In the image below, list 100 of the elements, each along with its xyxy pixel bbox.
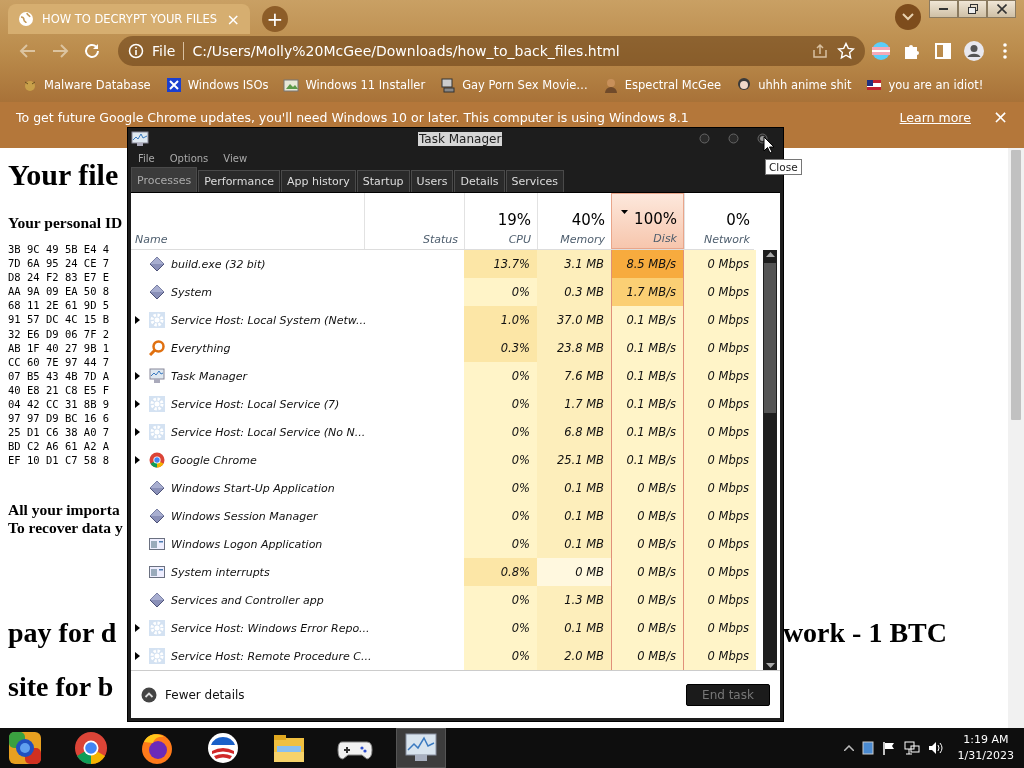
- menu-item[interactable]: File: [138, 152, 155, 164]
- hex-line: 3B 9C 49 5B E4 4: [8, 242, 110, 257]
- table-cell: 0 MB/s: [611, 586, 684, 614]
- expand-icon[interactable]: [135, 316, 140, 324]
- table-cell: 0%: [464, 390, 537, 418]
- table-cell: 3.1 MB: [537, 250, 611, 278]
- bookmark[interactable]: Espectral McGee: [602, 77, 722, 93]
- bookmark[interactable]: Malware Database: [22, 77, 151, 93]
- table-cell: 0 Mbps: [684, 446, 756, 474]
- table-cell: 0%: [464, 362, 537, 390]
- process-name[interactable]: Windows Logon Application: [131, 530, 464, 558]
- process-name[interactable]: Service Host: Local System (Netw...: [131, 306, 464, 334]
- diamond-icon: [149, 480, 165, 496]
- tab[interactable]: Services: [505, 170, 564, 192]
- fewer-details-button[interactable]: Fewer details: [141, 686, 245, 703]
- tab[interactable]: Users: [410, 170, 454, 192]
- learn-more-link[interactable]: Learn more: [899, 110, 971, 125]
- magnifier-icon: [149, 340, 165, 356]
- expand-icon[interactable]: [135, 456, 140, 464]
- infobar-close-button[interactable]: ×: [992, 110, 1008, 124]
- scroll-down-icon[interactable]: [765, 663, 775, 668]
- process-name[interactable]: build.exe (32 bit): [131, 250, 464, 278]
- tab[interactable]: Details: [454, 170, 505, 192]
- table-cell: 0.1 MB/s: [611, 446, 684, 474]
- chevron-up-icon[interactable]: [843, 745, 854, 751]
- expand-icon[interactable]: [135, 372, 140, 380]
- table-cell: 0.1 MB: [537, 502, 611, 530]
- share-icon[interactable]: [811, 42, 829, 60]
- expand-icon[interactable]: [135, 652, 140, 660]
- speaker-icon[interactable]: [927, 741, 944, 755]
- expand-icon[interactable]: [135, 428, 140, 436]
- hex-line: BD C2 A6 61 A2 A: [8, 439, 110, 454]
- process-name[interactable]: Service Host: Remote Procedure C...: [131, 642, 464, 670]
- bookmark[interactable]: Windows 11 Installer: [283, 77, 426, 93]
- process-name[interactable]: System interrupts: [131, 558, 464, 586]
- table-cell: 0%: [464, 278, 537, 306]
- taskbar-button[interactable]: [396, 728, 446, 768]
- column-header[interactable]: Name: [131, 193, 364, 249]
- column-header[interactable]: 0% Network: [684, 193, 756, 249]
- table-cell: 13.7%: [464, 250, 537, 278]
- table-cell: 0%: [464, 502, 537, 530]
- bookmark[interactable]: you are an idiot!: [866, 77, 984, 93]
- battery-icon[interactable]: [861, 741, 874, 755]
- hex-line: D8 24 F2 83 E7 E: [8, 270, 110, 285]
- network-icon[interactable]: [903, 741, 920, 755]
- process-name[interactable]: Service Host: Local Service (No N...: [131, 418, 464, 446]
- address-bar[interactable]: File C:/Users/Molly%20McGee/Downloads/how_to_back_files.html: [118, 36, 865, 66]
- table-cell: 0%: [464, 418, 537, 446]
- process-name[interactable]: Task Manager: [131, 362, 464, 390]
- gear-icon: [149, 648, 165, 664]
- bookmark[interactable]: Gay Porn Sex Movie…: [440, 77, 588, 93]
- column-header[interactable]: 100% Disk: [611, 193, 684, 249]
- expand-icon[interactable]: [135, 400, 140, 408]
- process-name[interactable]: Google Chrome: [131, 446, 464, 474]
- process-name[interactable]: Service Host: Windows Error Repo...: [131, 614, 464, 642]
- infobar-message: To get future Google Chrome updates, you'll need Windows 10 or later. This computer is using Windows 8.1: [16, 110, 690, 125]
- browser-logo-icon: [149, 452, 165, 468]
- minimize-button[interactable]: [929, 0, 958, 18]
- start-icon: [7, 730, 43, 766]
- tab[interactable]: Performance: [198, 170, 280, 192]
- column-header[interactable]: 19% CPU: [464, 193, 537, 249]
- table-cell: 0 Mbps: [684, 614, 756, 642]
- gear-icon: [149, 620, 165, 636]
- column-header[interactable]: Status: [364, 193, 464, 249]
- bookmark[interactable]: uhhh anime shit: [736, 77, 852, 93]
- close-button[interactable]: [987, 0, 1016, 18]
- scrollbar-thumb[interactable]: [1011, 150, 1021, 420]
- tab[interactable]: App history: [280, 170, 356, 192]
- new-tab-button[interactable]: +: [262, 6, 288, 32]
- clock[interactable]: 1:19 AM 1/31/2023: [957, 732, 1014, 764]
- table-cell: 0 MB/s: [611, 614, 684, 642]
- maximize-button[interactable]: [728, 133, 739, 145]
- tab[interactable]: Processes: [131, 167, 198, 192]
- flag-icon[interactable]: [881, 741, 896, 755]
- restore-button[interactable]: [958, 0, 987, 18]
- tab[interactable]: Startup: [356, 170, 410, 192]
- info-icon[interactable]: [128, 43, 144, 59]
- process-name[interactable]: System: [131, 278, 464, 306]
- scrollbar-thumb[interactable]: [764, 263, 776, 413]
- process-name[interactable]: Service Host: Local Service (7): [131, 390, 464, 418]
- striped-circle-icon: [869, 40, 892, 62]
- id-label: Your personal ID: [8, 214, 123, 232]
- expand-icon[interactable]: [135, 624, 140, 632]
- scroll-up-icon[interactable]: [765, 252, 775, 257]
- process-name[interactable]: Everything: [131, 334, 464, 362]
- menu-item[interactable]: View: [223, 152, 248, 164]
- scrollbar[interactable]: [1008, 148, 1024, 728]
- process-name[interactable]: Services and Controller app: [131, 586, 464, 614]
- star-icon[interactable]: [837, 42, 855, 60]
- menu-item[interactable]: Options: [169, 152, 209, 164]
- person-icon: [602, 77, 619, 93]
- bookmark[interactable]: Windows ISOs: [165, 77, 269, 93]
- scrollbar[interactable]: [763, 250, 777, 670]
- browser-logo-icon: [73, 730, 109, 766]
- tab-search-button[interactable]: [895, 4, 921, 30]
- table-cell: 25.1 MB: [537, 446, 611, 474]
- profile-icon: [962, 40, 985, 62]
- process-name[interactable]: Windows Start-Up Application: [131, 474, 464, 502]
- process-name[interactable]: Windows Session Manager: [131, 502, 464, 530]
- window-title: Task Manager: [418, 132, 503, 146]
